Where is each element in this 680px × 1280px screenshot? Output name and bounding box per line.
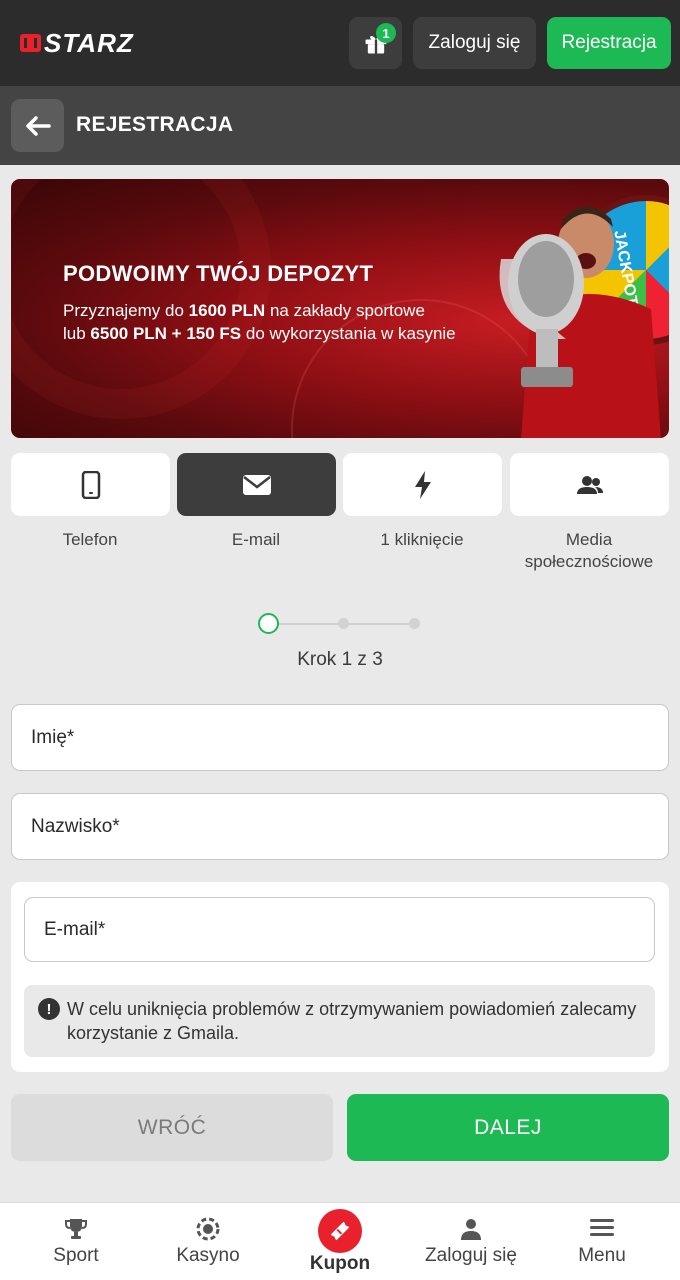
email-input[interactable] — [25, 898, 654, 961]
users-icon — [576, 475, 603, 494]
nav-label-casino: Kasyno — [176, 1245, 240, 1266]
player-with-trophy-image — [499, 206, 661, 438]
tab-label-email: E-mail — [231, 530, 281, 549]
tab-email[interactable] — [177, 453, 336, 516]
gmail-notice: ! W celu uniknięcia problemów z otrzymyw… — [24, 985, 655, 1057]
logo-text: STARZ — [44, 27, 134, 58]
phone-icon — [81, 470, 100, 499]
tab-one-click[interactable] — [343, 453, 502, 516]
first-name-field[interactable] — [11, 704, 669, 771]
user-icon — [461, 1219, 481, 1240]
first-name-input[interactable] — [12, 705, 668, 770]
back-step-button[interactable]: WRÓĆ — [11, 1094, 333, 1161]
notice-text: W celu uniknięcia problemów z otrzymywan… — [67, 999, 637, 1043]
banner-sport-bonus: 1600 PLN — [188, 301, 266, 320]
email-field[interactable] — [24, 897, 655, 962]
banner-text-part: lub — [63, 324, 91, 343]
login-button[interactable]: Zaloguj się — [413, 17, 536, 69]
nav-label-menu: Menu — [578, 1245, 626, 1266]
nav-item-coupon[interactable]: Kupon — [272, 1203, 408, 1280]
nav-label-login: Zaloguj się — [425, 1245, 517, 1266]
banner-text-part: na zakłady sportowe — [265, 301, 425, 320]
logo-mark-icon — [20, 32, 42, 54]
tab-social-media[interactable] — [510, 453, 669, 516]
trophy-icon — [65, 1219, 87, 1239]
banner-text-part: Przyznajemy do — [63, 301, 189, 320]
hamburger-icon — [590, 1219, 614, 1236]
register-button[interactable]: Rejestracja — [547, 17, 671, 69]
brand-logo[interactable]: STARZ — [20, 28, 134, 58]
nav-item-menu[interactable]: Menu — [534, 1203, 670, 1280]
tab-phone[interactable] — [11, 453, 170, 516]
envelope-icon — [242, 474, 271, 495]
nav-item-sport[interactable]: Sport — [8, 1203, 144, 1280]
back-button[interactable] — [11, 99, 64, 152]
last-name-input[interactable] — [12, 794, 668, 859]
lightning-icon — [414, 470, 431, 499]
promo-banner[interactable]: JACKPOT PODWOIMY TWÓJ DEPOZYT Przyznajem… — [11, 179, 669, 438]
gift-button[interactable] — [349, 17, 402, 69]
step-3-indicator — [409, 618, 420, 629]
step-progress-label: Krok 1 z 3 — [297, 649, 383, 670]
page-title: REJESTRACJA — [76, 113, 234, 136]
top-header: STARZ 1 Zaloguj się Rejestracja — [0, 0, 680, 86]
nav-label-sport: Sport — [53, 1245, 99, 1266]
tab-label-one-click: 1 kliknięcie — [380, 530, 464, 549]
nav-item-casino[interactable]: Kasyno — [140, 1203, 276, 1280]
next-step-button[interactable]: DALEJ — [347, 1094, 669, 1161]
coupon-badge — [318, 1209, 362, 1253]
casino-chip-icon — [196, 1217, 220, 1241]
ticket-icon — [330, 1221, 350, 1241]
arrow-left-icon — [25, 115, 51, 136]
nav-item-login[interactable]: Zaloguj się — [403, 1203, 539, 1280]
step-2-indicator — [338, 618, 349, 629]
bottom-navigation: Sport Kasyno Kupon Zaloguj się Menu — [0, 1202, 680, 1280]
nav-label-coupon: Kupon — [309, 1253, 371, 1274]
banner-casino-bonus: 6500 PLN + 150 FS — [90, 324, 242, 343]
banner-title: PODWOIMY TWÓJ DEPOZYT — [63, 261, 374, 286]
tab-label-social-media: Media społecznościowe — [524, 530, 654, 571]
page-header: REJESTRACJA — [0, 86, 680, 165]
gift-count-badge: 1 — [376, 23, 396, 43]
tab-label-phone: Telefon — [62, 530, 118, 549]
banner-description: Przyznajemy do 1600 PLN na zakłady sport… — [63, 299, 503, 345]
exclamation-icon: ! — [38, 998, 60, 1020]
step-1-indicator — [258, 613, 279, 634]
last-name-field[interactable] — [11, 793, 669, 860]
banner-text-part: do wykorzystania w kasynie — [241, 324, 456, 343]
